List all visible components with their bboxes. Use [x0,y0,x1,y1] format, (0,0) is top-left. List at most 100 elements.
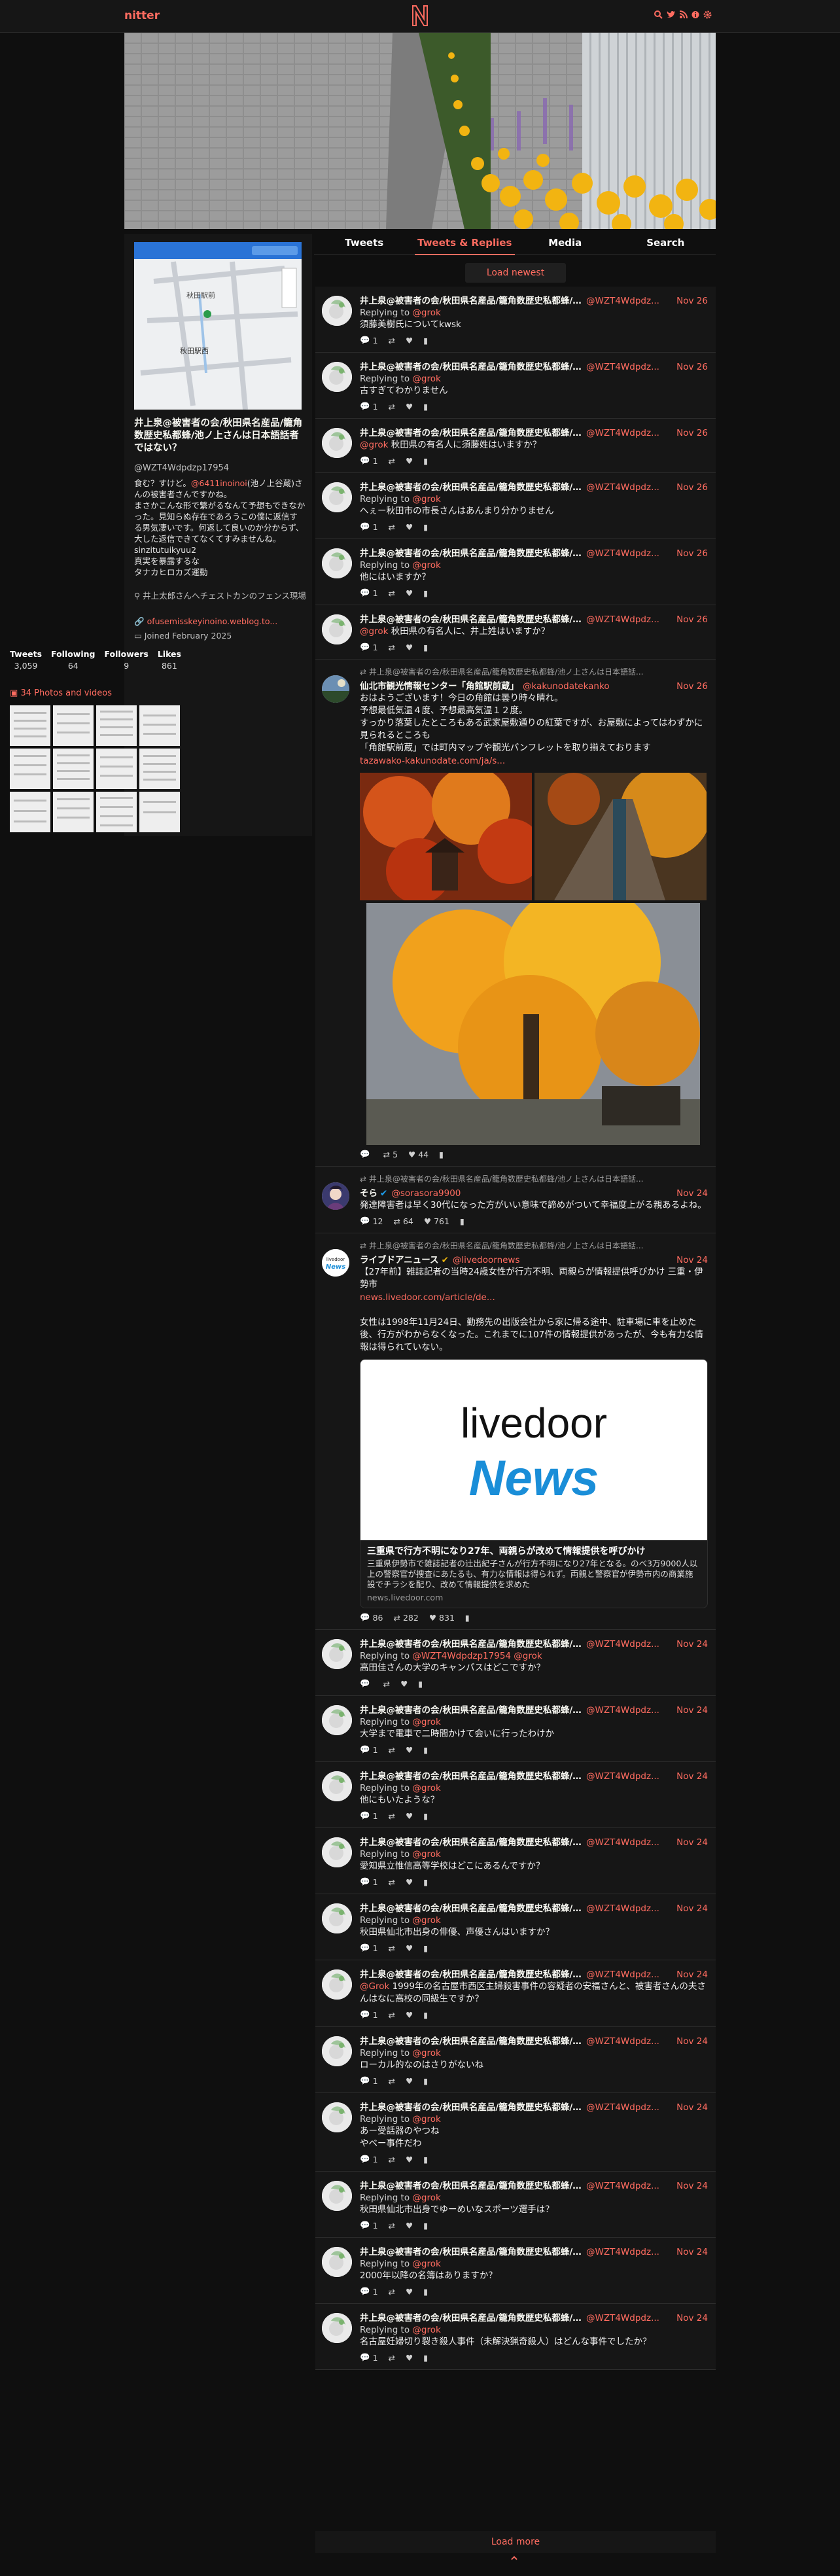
tweet-fullname[interactable]: 井上泉@被害者の会/秋田県名産品/籠角数歴史私都蜂/池ノ上さんは日本語話者... [360,546,582,559]
brand-link[interactable]: nitter [124,9,160,22]
tweet-fullname[interactable]: 井上泉@被害者の会/秋田県名産品/籠角数歴史私都蜂/池ノ上さんは日本語話者... [360,612,582,625]
tweet-date[interactable]: Nov 24 [676,2181,708,2191]
tweet-fullname[interactable]: ライブドアニュース [360,1252,439,1265]
load-newest-button[interactable]: Load newest [465,263,566,283]
retweet-stat[interactable]: ⇄ 5 [383,1150,398,1159]
retweet-stat[interactable]: ⇄ 282 [393,1613,418,1623]
like-stat[interactable]: ♥ 761 [424,1216,449,1226]
tweet-avatar[interactable] [322,1837,352,1867]
tweet-handle[interactable]: @WZT4Wdpdz... [586,1903,671,1914]
tweet-handle[interactable]: @WZT4Wdpdz... [586,1771,671,1782]
tweet-handle[interactable]: @WZT4Wdpdz... [586,2313,671,2323]
tweet-date[interactable]: Nov 24 [676,1639,708,1650]
replying-to-handle[interactable]: @grok [412,494,440,504]
comment-stat[interactable]: 💬 1 [360,2220,378,2231]
comment-stat[interactable]: 💬 1 [360,642,378,652]
nitter-logo-icon[interactable] [410,4,430,27]
info-icon[interactable] [691,10,699,22]
tweet-photo[interactable] [366,903,700,1145]
tweet-avatar[interactable] [322,2181,352,2211]
tweet-handle[interactable]: @WZT4Wdpdz... [586,362,671,372]
retweet-stat[interactable]: ⇄ [389,2155,395,2164]
like-stat[interactable]: ♥ [406,1745,413,1755]
media-thumbnail[interactable] [53,792,94,832]
retweet-stat[interactable]: ⇄ [389,336,395,345]
tweet-handle[interactable]: @livedoornews [453,1255,671,1265]
tweet-fullname[interactable]: 井上泉@被害者の会/秋田県名産品/籠角数歴史私都蜂/池ノ上さんは日本語話者... [360,293,582,306]
tweet-date[interactable]: Nov 24 [676,1705,708,1716]
comment-stat[interactable]: 💬 1 [360,2286,378,2297]
retweet-stat[interactable]: ⇄ [389,2353,395,2363]
tweet-date[interactable]: Nov 24 [676,1903,708,1914]
comment-stat[interactable]: 💬 1 [360,2009,378,2020]
retweet-item[interactable]: ⇄ 井上泉@被害者の会/秋田県名産品/籠角数歴史私都蜂/池ノ上さんは日本語話..… [315,1233,716,1630]
like-stat[interactable]: ♥ [406,336,413,345]
media-thumbnail[interactable] [96,749,137,789]
photos-videos-link[interactable]: ▣ 34 Photos and videos [10,688,112,698]
scroll-to-top-icon[interactable]: ⌃ [506,2555,522,2571]
link-card[interactable]: livedoor News 三重県で行方不明になり27年、両親らが改めて情報提供… [360,1359,708,1608]
tweet-item[interactable]: 井上泉@被害者の会/秋田県名産品/籠角数歴史私都蜂/池ノ上さんは日本語話者...… [315,2093,716,2172]
tweet-handle[interactable]: @WZT4Wdpdz... [586,614,671,625]
stat-likes[interactable]: Likes 861 [158,649,181,671]
comment-stat[interactable]: 💬 86 [360,1612,383,1623]
retweet-item[interactable]: ⇄ 井上泉@被害者の会/秋田県名産品/籠角数歴史私都蜂/池ノ上さんは日本語話..… [315,1167,716,1233]
tweet-avatar[interactable] [322,675,349,703]
tweet-date[interactable]: Nov 26 [676,428,708,438]
tweet-avatar[interactable]: livedoor News [322,1249,349,1277]
retweet-stat[interactable]: ⇄ [389,1745,395,1755]
tweet-handle[interactable]: @WZT4Wdpdz... [586,1837,671,1848]
like-stat[interactable]: ♥ [406,2010,413,2020]
like-stat[interactable]: ♥ [406,1877,413,1887]
media-thumbnail[interactable] [96,792,137,832]
tweet-date[interactable]: Nov 24 [676,2247,708,2257]
like-stat[interactable]: ♥ [400,1679,408,1689]
tweet-mention[interactable]: @grok [360,626,388,637]
tweet-date[interactable]: Nov 26 [676,681,708,692]
tweet-item[interactable]: 井上泉@被害者の会/秋田県名産品/籠角数歴史私都蜂/池ノ上さんは日本語話者...… [315,1828,716,1894]
tweet-handle[interactable]: @WZT4Wdpdz... [586,1705,671,1716]
views-stat[interactable]: ▮ [423,588,428,598]
comment-stat[interactable]: 💬 1 [360,1943,378,1953]
tweet-avatar[interactable] [322,1639,352,1669]
tab-search[interactable]: Search [615,230,716,255]
replying-to-handle[interactable]: @grok [412,1849,440,1860]
views-stat[interactable]: ▮ [423,2076,428,2086]
tweet-handle[interactable]: @WZT4Wdpdz... [586,1639,671,1650]
tweet-avatar[interactable] [322,1903,352,1933]
tab-tweets-replies[interactable]: Tweets & Replies [414,230,515,255]
tweet-handle[interactable]: @WZT4Wdpdz... [586,2247,671,2257]
comment-stat[interactable]: 💬 [360,1149,373,1159]
tweet-fullname[interactable]: 井上泉@被害者の会/秋田県名産品/籠角数歴史私都蜂/池ノ上さんは日本語話者... [360,2178,582,2191]
views-stat[interactable]: ▮ [423,643,428,652]
tweet-handle[interactable]: @WZT4Wdpdz... [586,428,671,438]
rss-icon[interactable] [679,10,688,22]
tweet-fullname[interactable]: 井上泉@被害者の会/秋田県名産品/籠角数歴史私都蜂/池ノ上さんは日本語話者... [360,1901,582,1914]
views-stat[interactable]: ▮ [423,1745,428,1755]
like-stat[interactable]: ♥ [406,2076,413,2086]
profile-username[interactable]: @WZT4Wdpdzp17954 [134,463,229,473]
website-link[interactable]: ofusemisskeyinoino.weblog.to... [147,616,278,626]
retweet-stat[interactable]: ⇄ [389,588,395,598]
tweet-date[interactable]: Nov 24 [676,1837,708,1848]
views-stat[interactable]: ▮ [423,402,428,412]
tweet-photo[interactable] [360,773,532,900]
views-stat[interactable]: ▮ [423,1943,428,1953]
like-stat[interactable]: ♥ [406,2221,413,2231]
tweet-handle[interactable]: @WZT4Wdpdz... [586,548,671,559]
like-stat[interactable]: ♥ 831 [429,1613,455,1623]
views-stat[interactable]: ▮ [460,1216,464,1226]
comment-stat[interactable]: 💬 1 [360,1877,378,1887]
media-thumbnail[interactable] [53,749,94,789]
replying-to-handle[interactable]: @grok [412,308,440,318]
views-stat[interactable]: ▮ [418,1679,423,1689]
tweet-fullname[interactable]: 井上泉@被害者の会/秋田県名産品/籠角数歴史私都蜂/池ノ上さんは日本語話者... [360,1967,582,1980]
tweet-item[interactable]: 井上泉@被害者の会/秋田県名産品/籠角数歴史私都蜂/池ノ上さんは日本語話者...… [315,539,716,605]
replying-to-handle[interactable]: @grok [412,2193,440,2203]
tweet-date[interactable]: Nov 26 [676,296,708,306]
tweet-avatar[interactable] [322,2036,352,2066]
like-stat[interactable]: ♥ [406,1811,413,1821]
comment-stat[interactable]: 💬 1 [360,2352,378,2363]
tweet-item[interactable]: 井上泉@被害者の会/秋田県名産品/籠角数歴史私都蜂/池ノ上さんは日本語話者...… [315,473,716,539]
comment-stat[interactable]: 💬 12 [360,1216,383,1226]
